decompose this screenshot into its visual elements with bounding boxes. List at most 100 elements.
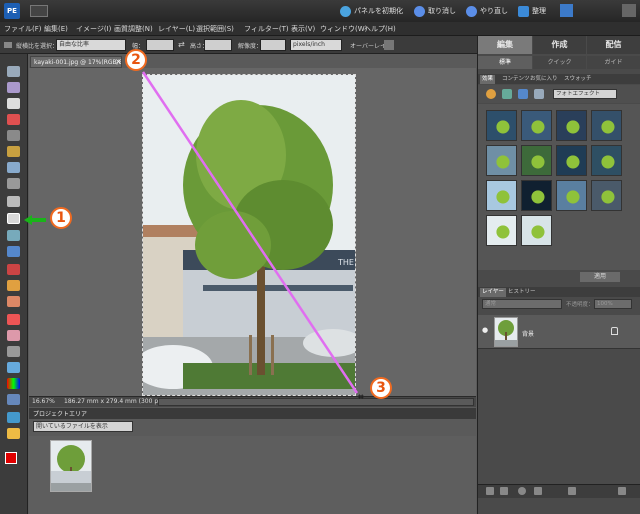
redo-button[interactable]: やり直し — [466, 4, 508, 18]
effect-thumbnail[interactable] — [486, 110, 517, 141]
filters-icon[interactable] — [486, 89, 496, 99]
effect-thumbnail[interactable] — [486, 215, 517, 246]
clone-stamp-tool-icon[interactable] — [7, 296, 20, 307]
menu-view[interactable]: 表示(V) — [291, 24, 315, 34]
paint-bucket-tool-icon[interactable] — [7, 362, 20, 373]
menu-image[interactable]: イメージ(I) — [76, 24, 111, 34]
width-field[interactable] — [146, 39, 174, 51]
apply-button[interactable]: 適用 — [580, 272, 620, 282]
tab-share[interactable]: 配信 — [587, 36, 640, 54]
resolution-field[interactable] — [260, 39, 286, 51]
cookie-cutter-tool-icon[interactable] — [7, 230, 20, 241]
new-layer-icon[interactable] — [486, 487, 494, 495]
menu-file[interactable]: ファイル(F) — [4, 24, 42, 34]
height-field[interactable] — [204, 39, 232, 51]
zoom-tool-icon[interactable] — [7, 82, 20, 93]
effect-thumbnail[interactable] — [521, 215, 552, 246]
effect-thumbnail[interactable] — [486, 145, 517, 176]
effect-thumbnail[interactable] — [556, 145, 587, 176]
effect-thumbnail[interactable] — [521, 180, 552, 211]
annotation-step-2: 2 — [125, 49, 147, 71]
all-effects-icon[interactable] — [534, 89, 544, 99]
menu-help[interactable]: ヘルプ(H) — [364, 24, 396, 34]
effects-category-select[interactable]: フォトエフェクト — [553, 89, 617, 99]
app-menu-icon[interactable] — [30, 5, 48, 17]
window-control-icon[interactable] — [622, 4, 636, 17]
eyedropper-tool-icon[interactable] — [7, 114, 20, 125]
smart-brush-tool-icon[interactable] — [7, 346, 20, 357]
menu-enhance[interactable]: 画質調整(N) — [114, 24, 153, 34]
effect-thumbnail[interactable] — [591, 110, 622, 141]
tool-preset-icon[interactable] — [4, 42, 12, 48]
tab-edit[interactable]: 編集 — [478, 36, 532, 54]
marquee-tool-icon[interactable] — [7, 130, 20, 141]
delete-layer-icon[interactable] — [618, 487, 626, 495]
tab-standard[interactable]: 標準 — [478, 56, 532, 69]
straighten-tool-icon[interactable] — [7, 246, 20, 257]
close-icon[interactable]: × — [115, 56, 123, 68]
project-bin-filter-select[interactable]: 開いているファイルを表示 — [33, 421, 133, 432]
svg-text:THE: THE — [337, 258, 354, 267]
mask-icon[interactable] — [534, 487, 542, 495]
blend-mode-select[interactable]: 通常 — [482, 299, 562, 309]
sponge-tool-icon[interactable] — [7, 428, 20, 439]
menu-edit[interactable]: 編集(E) — [44, 24, 68, 34]
text-tool-icon[interactable] — [7, 196, 20, 207]
healing-brush-tool-icon[interactable] — [7, 280, 20, 291]
menu-filter[interactable]: フィルター(T) — [244, 24, 289, 34]
horizontal-scrollbar[interactable] — [158, 398, 474, 406]
organizer-button[interactable]: 整理 — [518, 4, 546, 18]
photo-effects-icon[interactable] — [518, 89, 528, 99]
document-photo[interactable]: THE — [142, 74, 356, 396]
project-thumbnail[interactable] — [50, 440, 92, 492]
blur-tool-icon[interactable] — [7, 412, 20, 423]
visibility-eye-icon[interactable]: ● — [482, 327, 490, 334]
shape-tool-icon[interactable] — [7, 394, 20, 405]
effect-thumbnail[interactable] — [521, 110, 552, 141]
tab-layers[interactable]: レイヤー — [480, 288, 506, 297]
menu-window[interactable]: ウィンドウ(W) — [320, 24, 367, 34]
tab-quick[interactable]: クイック — [533, 56, 586, 69]
effect-thumbnail[interactable] — [591, 180, 622, 211]
undo-button[interactable]: 取り消し — [414, 4, 456, 18]
effect-thumbnail[interactable] — [556, 180, 587, 211]
red-eye-tool-icon[interactable] — [7, 264, 20, 275]
foreground-color-swatch[interactable] — [5, 452, 17, 464]
crop-tool-icon[interactable] — [7, 213, 20, 224]
effect-thumbnail[interactable] — [591, 145, 622, 176]
tab-history[interactable]: ヒストリー — [506, 288, 538, 297]
resolution-label: 解像度： — [238, 43, 263, 50]
hand-tool-icon[interactable] — [7, 98, 20, 109]
selection-brush-tool-icon[interactable] — [7, 178, 20, 189]
tab-favorites[interactable]: お気に入り — [528, 75, 560, 84]
opacity-field[interactable]: 100% — [594, 299, 632, 309]
home-icon[interactable] — [560, 4, 573, 17]
reset-panels-button[interactable]: パネルを初期化 — [340, 4, 403, 18]
menu-layer[interactable]: レイヤー(L) — [158, 24, 195, 34]
tab-effects[interactable]: 効果 — [480, 75, 496, 84]
tab-create[interactable]: 作成 — [533, 36, 586, 54]
tab-content[interactable]: コンテンツ — [500, 75, 532, 84]
layer-lock-icon[interactable] — [568, 487, 576, 495]
eraser-tool-icon[interactable] — [7, 314, 20, 325]
lasso-tool-icon[interactable] — [7, 146, 20, 157]
new-group-icon[interactable] — [500, 487, 508, 495]
move-tool-icon[interactable] — [7, 66, 20, 77]
swap-dimensions-icon[interactable]: ⇄ — [178, 41, 188, 49]
magic-wand-tool-icon[interactable] — [7, 162, 20, 173]
document-tab[interactable]: kayaki-001.jpg @ 17%(RGB/8*) — [30, 56, 122, 68]
menu-select[interactable]: 選択範囲(S) — [196, 24, 234, 34]
tab-swatches[interactable]: スウォッチ — [562, 75, 594, 84]
effect-thumbnail[interactable] — [556, 110, 587, 141]
lock-icon[interactable] — [611, 327, 618, 335]
gradient-tool-icon[interactable] — [7, 378, 20, 389]
overlay-icon[interactable] — [384, 40, 394, 50]
resolution-unit-select[interactable]: pixels/inch — [290, 39, 342, 51]
layer-styles-icon[interactable] — [502, 89, 512, 99]
brush-tool-icon[interactable] — [7, 330, 20, 341]
effect-thumbnail[interactable] — [521, 145, 552, 176]
effect-thumbnail[interactable] — [486, 180, 517, 211]
tab-guide[interactable]: ガイド — [587, 56, 640, 69]
adjustment-layer-icon[interactable] — [518, 487, 526, 495]
aspect-ratio-select[interactable]: 自由な比率 — [56, 39, 126, 51]
